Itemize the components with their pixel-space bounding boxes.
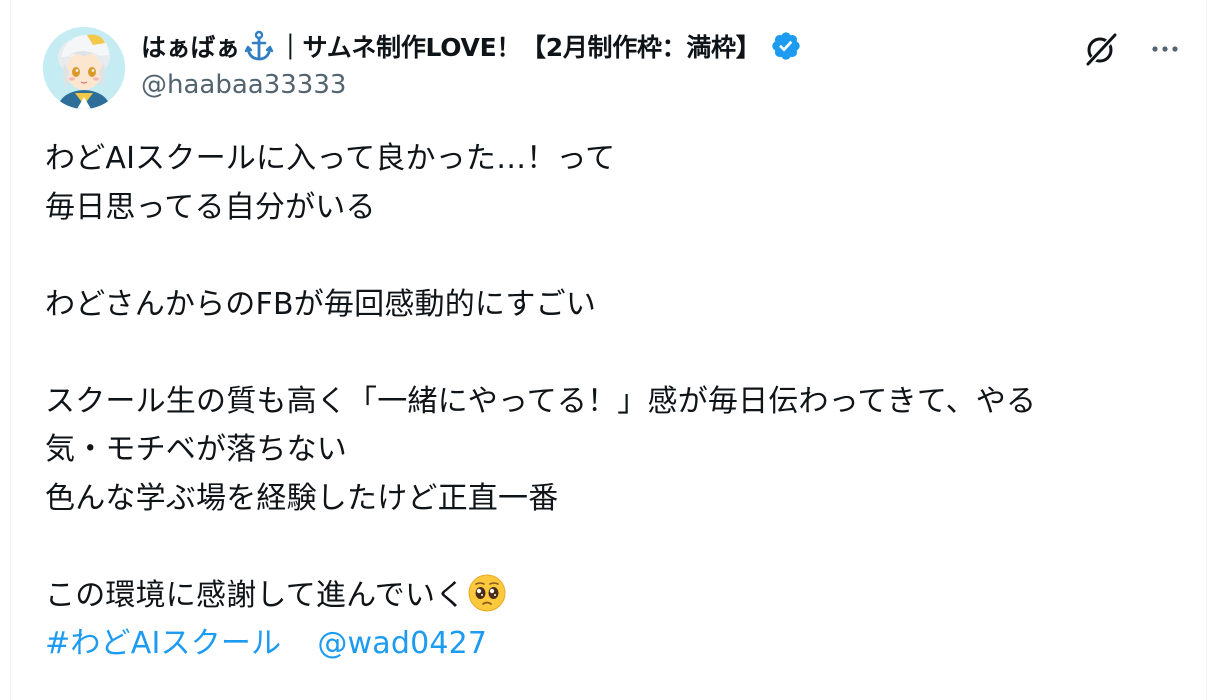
more-options-icon[interactable] [1150,34,1180,68]
anchor-icon [242,29,276,63]
post-text-line: スクール生の質も高く「一緒にやってる！」感が毎日伝わってきて、やる [45,383,1037,419]
grok-icon[interactable] [1082,30,1120,72]
mention-link[interactable]: @wad0427 [317,626,487,661]
post-text-line: わどさんからのFBが毎回感動的にすごい [45,286,597,322]
avatar-image [43,27,125,109]
post-text-line: 気・モチベが落ちない [45,432,347,467]
author-name-row[interactable]: はぁばぁ ｜サムネ制作LOVE！【2月制作枠：満枠】 [141,28,1041,64]
verified-badge-icon[interactable] [770,30,802,62]
paragraph-break [45,523,1185,572]
post-actions [1082,30,1180,72]
avatar[interactable] [43,27,125,109]
hashtag-link[interactable]: #わどAIスクール [45,626,281,661]
post-card: はぁばぁ ｜サムネ制作LOVE！【2月制作枠：満枠】 @haabaa33333 … [10,0,1207,700]
author-display-name[interactable]: はぁばぁ [141,28,240,64]
paragraph-break [45,329,1185,378]
pleading-face-emoji-icon [467,573,507,613]
author-display-name-suffix[interactable]: ｜サムネ制作LOVE！【2月制作枠：満枠】 [278,28,761,64]
post-text-line: わどAIスクールに入って良かった…！って [45,141,616,176]
post-header: はぁばぁ ｜サムネ制作LOVE！【2月制作枠：満枠】 @haabaa33333 [141,28,1041,102]
author-handle[interactable]: @haabaa33333 [141,68,1041,102]
post-text-line: この環境に感謝して進んでいく [45,577,466,613]
post-text-line-with-emoji: この環境に感謝して進んでいく [45,572,1185,621]
post-body: わどAIスクールに入って良かった…！って 毎日思ってる自分がいる わどさんからの… [45,135,1185,669]
post-text-line: 毎日思ってる自分がいる [45,189,376,225]
tag-row: #わどAIスクール @wad0427 [45,620,1185,669]
paragraph-break [45,232,1185,281]
post-text-line: 色んな学ぶ場を経験したけど正直一番 [45,480,559,516]
